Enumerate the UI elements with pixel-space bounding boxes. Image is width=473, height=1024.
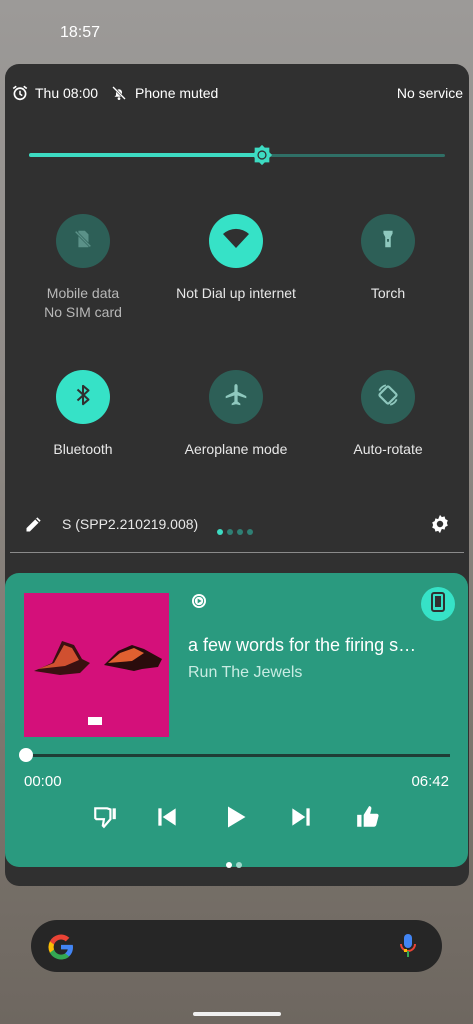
tile-circle[interactable]	[361, 370, 415, 424]
google-search-bar[interactable]	[31, 920, 442, 972]
play-button[interactable]	[217, 801, 253, 837]
settings-gear-icon[interactable]	[429, 513, 451, 540]
tile-label: Mobile data	[46, 285, 120, 301]
media-page-indicator	[226, 855, 246, 873]
service-status: No service	[396, 85, 463, 101]
auto-rotate-icon	[375, 382, 401, 413]
artist-name: Run The Jewels	[188, 664, 303, 681]
tile-sublabel: No SIM card	[44, 304, 122, 320]
tile-circle[interactable]	[361, 214, 415, 268]
seek-thumb[interactable]	[19, 748, 33, 762]
divider	[10, 552, 464, 553]
tile-label: Torch	[370, 285, 406, 301]
qs-page-indicator	[217, 522, 257, 540]
previous-button[interactable]	[149, 801, 185, 837]
tile-circle[interactable]	[209, 214, 263, 268]
tile-circle[interactable]	[56, 214, 110, 268]
page-dot	[237, 529, 243, 535]
tile-label: Not Dial up internet	[176, 285, 296, 301]
page-dot	[227, 529, 233, 535]
bluetooth-icon	[72, 382, 94, 413]
no-sim-icon	[72, 228, 94, 255]
page-dot	[217, 529, 223, 535]
skip-next-icon	[288, 804, 314, 835]
phone-icon	[431, 591, 445, 617]
brightness-slider[interactable]	[29, 144, 445, 166]
brightness-thumb-icon[interactable]	[251, 144, 273, 166]
google-logo-icon[interactable]	[46, 932, 76, 967]
elapsed-time: 00:00	[24, 773, 62, 790]
page-dot	[226, 862, 232, 868]
tile-label: Bluetooth	[53, 441, 113, 457]
album-art[interactable]	[24, 593, 169, 737]
home-gesture-bar[interactable]	[193, 1012, 281, 1016]
tile-circle[interactable]	[209, 370, 263, 424]
tile-label: Aeroplane mode	[184, 441, 288, 457]
tile-auto-rotate[interactable]: Auto-rotate	[313, 370, 463, 459]
qs-header: Thu 08:00 Phone muted No service	[5, 82, 469, 104]
song-title: a few words for the firing s…	[188, 635, 417, 655]
brightness-fill	[29, 153, 262, 157]
alarm-time[interactable]: Thu 08:00	[35, 85, 98, 101]
play-icon	[221, 803, 249, 836]
seek-track	[23, 754, 450, 757]
thumbs-up-icon	[354, 804, 382, 835]
tile-mobile-data[interactable]: Mobile data No SIM card	[8, 214, 158, 322]
wifi-icon	[222, 227, 250, 256]
status-bar-time: 18:57	[60, 24, 101, 41]
tile-circle[interactable]	[56, 370, 110, 424]
build-number[interactable]: S (SPP2.210219.008)	[62, 516, 198, 532]
flashlight-icon	[377, 227, 399, 256]
qs-footer: S (SPP2.210219.008)	[5, 508, 469, 538]
next-button[interactable]	[283, 801, 319, 837]
media-player-card[interactable]: a few words for the firing s… Run The Je…	[5, 573, 468, 868]
seek-bar[interactable]	[19, 748, 450, 762]
alarm-icon	[11, 84, 29, 105]
bell-off-icon	[110, 84, 128, 105]
mute-status[interactable]: Phone muted	[135, 85, 218, 101]
page-dot	[247, 529, 253, 535]
thumbs-up-button[interactable]	[350, 801, 386, 837]
tile-torch[interactable]: Torch	[313, 214, 463, 303]
tile-label: Auto-rotate	[353, 441, 423, 457]
thumbs-down-icon	[91, 804, 119, 835]
skip-previous-icon	[154, 804, 180, 835]
edit-pencil-icon[interactable]	[24, 514, 44, 539]
output-device-button[interactable]	[421, 587, 455, 621]
tile-aeroplane[interactable]: Aeroplane mode	[161, 370, 311, 459]
microphone-icon[interactable]	[398, 932, 418, 965]
airplane-icon	[223, 382, 249, 413]
tile-internet[interactable]: Not Dial up internet	[161, 214, 311, 303]
thumbs-down-button[interactable]	[87, 801, 123, 837]
media-app-icon[interactable]	[191, 593, 207, 614]
tile-bluetooth[interactable]: Bluetooth	[8, 370, 158, 459]
total-time: 06:42	[411, 773, 449, 790]
page-dot	[236, 862, 242, 868]
